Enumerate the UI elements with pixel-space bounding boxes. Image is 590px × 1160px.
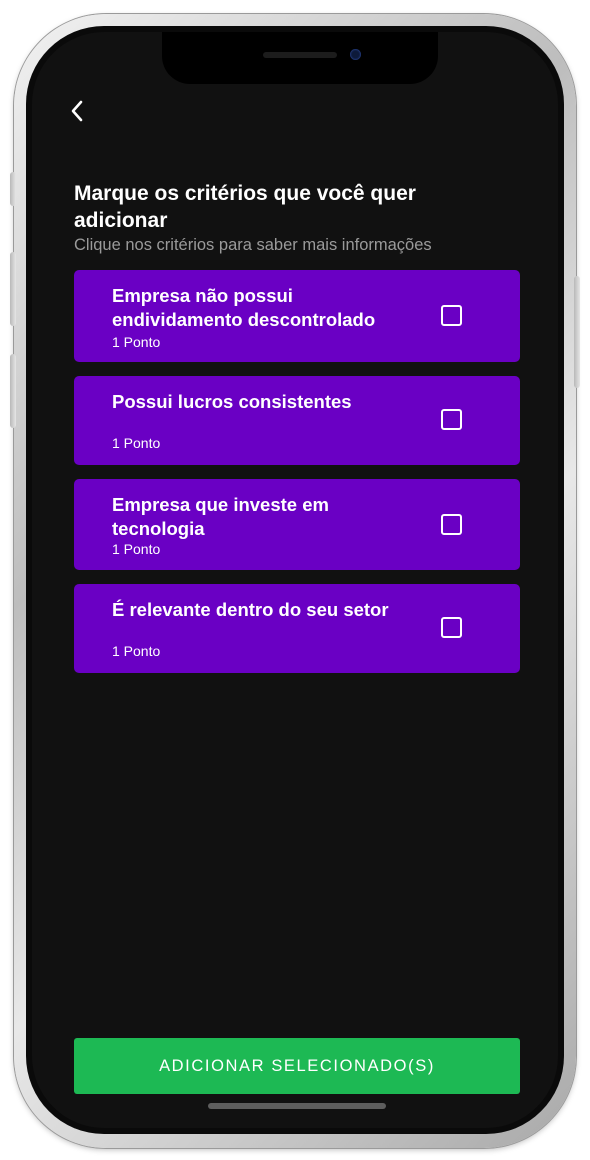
- phone-side-button-mute: [10, 172, 16, 206]
- criterion-title: Empresa não possui endividamento descont…: [112, 285, 376, 330]
- front-camera: [350, 49, 361, 60]
- add-selected-button[interactable]: ADICIONAR SELECIONADO(S): [74, 1038, 520, 1094]
- phone-side-button-volume-down: [10, 354, 16, 428]
- back-button[interactable]: [62, 96, 92, 126]
- criterion-card[interactable]: Possui lucros consistentes 1 Ponto: [74, 376, 520, 465]
- criterion-title: É relevante dentro do seu setor: [112, 599, 389, 620]
- criterion-checkbox[interactable]: [441, 617, 462, 638]
- criteria-list: Empresa não possui endividamento descont…: [74, 270, 520, 687]
- chevron-left-icon: [71, 100, 83, 122]
- criterion-card[interactable]: É relevante dentro do seu setor 1 Ponto: [74, 584, 520, 673]
- phone-notch: [162, 32, 438, 84]
- criterion-points: 1 Ponto: [112, 541, 161, 557]
- criterion-points: 1 Ponto: [112, 435, 161, 451]
- phone-side-button-power: [574, 276, 580, 388]
- criterion-checkbox[interactable]: [441, 305, 462, 326]
- page-subtitle: Clique nos critérios para saber mais inf…: [74, 236, 432, 254]
- phone-side-button-volume-up: [10, 252, 16, 326]
- criterion-card[interactable]: Empresa não possui endividamento descont…: [74, 270, 520, 362]
- criterion-card[interactable]: Empresa que investe em tecnologia 1 Pont…: [74, 479, 520, 570]
- criterion-points: 1 Ponto: [112, 334, 161, 350]
- criterion-checkbox[interactable]: [441, 514, 462, 535]
- page-title: Marque os critérios que você quer adicio…: [74, 182, 416, 232]
- speaker-grille: [263, 52, 337, 58]
- criterion-title: Empresa que investe em tecnologia: [112, 494, 329, 539]
- criterion-points: 1 Ponto: [112, 643, 161, 659]
- criterion-checkbox[interactable]: [441, 409, 462, 430]
- home-indicator[interactable]: [208, 1103, 386, 1109]
- criterion-title: Possui lucros consistentes: [112, 391, 352, 412]
- app-screen: Marque os critérios que você quer adicio…: [32, 32, 558, 1128]
